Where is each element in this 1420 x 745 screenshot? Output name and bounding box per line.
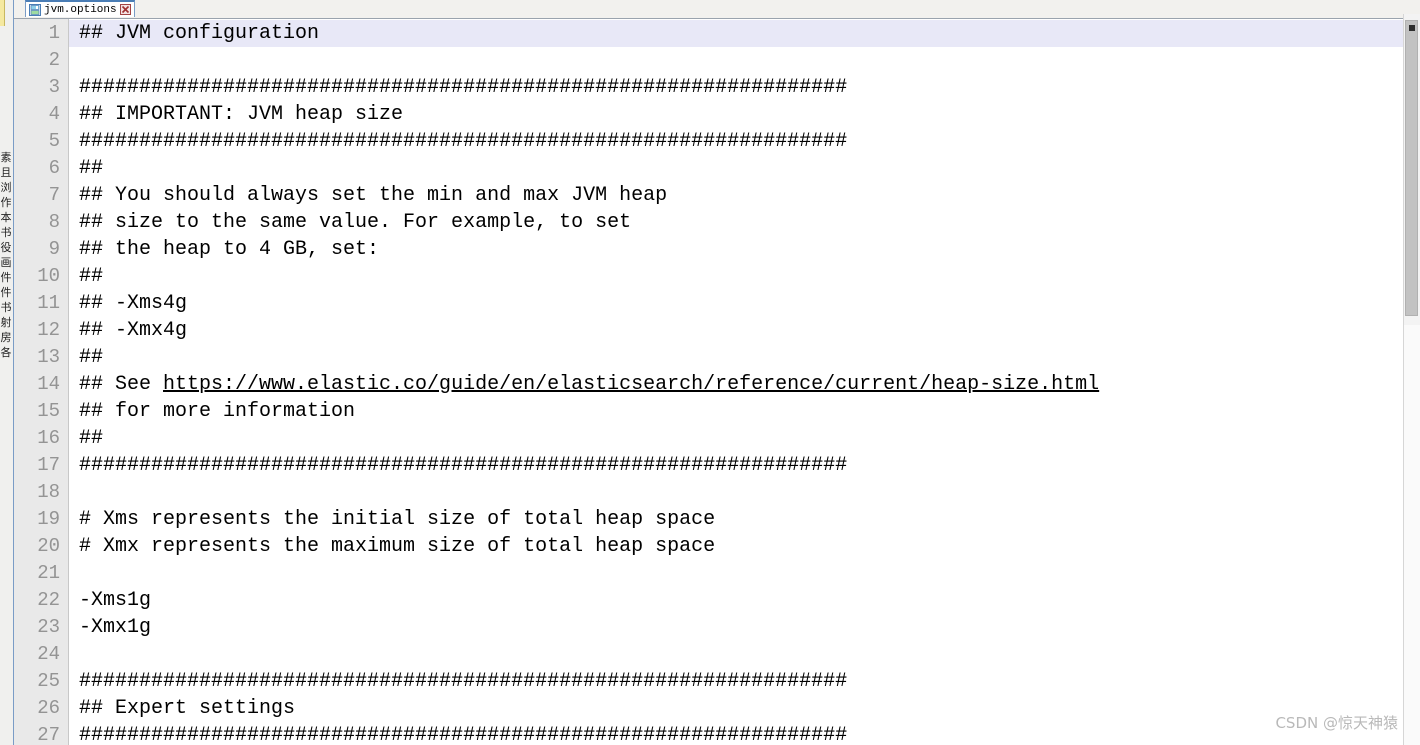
line-number: 13 [37, 346, 60, 368]
tab-label: jvm.options [44, 3, 117, 16]
tab-bar: jvm.options [13, 0, 1420, 19]
line-number: 27 [37, 724, 60, 745]
code-line[interactable]: ########################################… [69, 452, 1404, 479]
code-line[interactable] [69, 641, 1404, 668]
line-number-gutter: 1 2 3 4 5 6 7 8 9 10 11 12 13 14 15 16 17 18 19 20 21 22 23 24 2… [13, 18, 69, 745]
line-number: 16 [37, 427, 60, 449]
line-number: 7 [48, 184, 60, 206]
code-line[interactable]: ########################################… [69, 74, 1404, 101]
close-icon[interactable] [119, 4, 131, 15]
code-line[interactable]: -Xmx1g [69, 614, 1404, 641]
line-number: 11 [37, 292, 60, 314]
code-line[interactable]: ## You should always set the min and max… [69, 182, 1404, 209]
save-disk-icon [29, 3, 41, 16]
line-number: 19 [37, 508, 60, 530]
line-number: 12 [37, 319, 60, 341]
csdn-watermark: CSDN @惊天神猿 [1275, 714, 1398, 732]
code-line[interactable]: ## [69, 344, 1404, 371]
vertical-scrollbar[interactable] [1403, 14, 1420, 745]
tab-jvm-options[interactable]: jvm.options [25, 0, 135, 17]
code-line[interactable]: ## [69, 263, 1404, 290]
code-line[interactable]: ## -Xmx4g [69, 317, 1404, 344]
line-number: 18 [37, 481, 60, 503]
line-number: 8 [48, 211, 60, 233]
code-line[interactable]: ########################################… [69, 668, 1404, 695]
code-line[interactable]: ## the heap to 4 GB, set: [69, 236, 1404, 263]
code-line[interactable] [69, 479, 1404, 506]
code-line[interactable]: ########################################… [69, 722, 1404, 745]
line-number: 25 [37, 670, 60, 692]
code-line[interactable] [69, 560, 1404, 587]
line-number: 10 [37, 265, 60, 287]
code-line[interactable]: ## Expert settings [69, 695, 1404, 722]
line-number: 9 [48, 238, 60, 260]
code-line[interactable]: ## size to the same value. For example, … [69, 209, 1404, 236]
panel-accent-bar [0, 0, 5, 26]
vertical-scrollbar-track-lower[interactable] [1404, 325, 1420, 745]
line-number: 24 [37, 643, 60, 665]
code-line[interactable]: ## for more information [69, 398, 1404, 425]
code-line[interactable]: # Xmx represents the maximum size of tot… [69, 533, 1404, 560]
code-line[interactable]: ## See https://www.elastic.co/guide/en/e… [69, 371, 1404, 398]
line-number: 23 [37, 616, 60, 638]
line-number: 2 [48, 49, 60, 71]
docked-panel-strip[interactable]: 素且浏作本书役画件件书射房各 [0, 0, 14, 745]
docked-panel-label: 素且浏作本书役画件件书射房各 [0, 151, 12, 359]
line-number: 17 [37, 454, 60, 476]
code-line[interactable]: -Xms1g [69, 587, 1404, 614]
vertical-scrollbar-thumb[interactable] [1405, 20, 1418, 316]
line-number: 6 [48, 157, 60, 179]
line-number: 3 [48, 76, 60, 98]
line-number: 20 [37, 535, 60, 557]
line-number: 14 [37, 373, 60, 395]
code-line[interactable]: ## JVM configuration [69, 20, 1404, 47]
code-line[interactable]: # Xms represents the initial size of tot… [69, 506, 1404, 533]
text-editor-window: 素且浏作本书役画件件书射房各 jvm.options 1 2 3 4 5 6 7 8 9 10 11… [0, 0, 1420, 745]
line-number: 26 [37, 697, 60, 719]
code-line[interactable]: ## IMPORTANT: JVM heap size [69, 101, 1404, 128]
code-line[interactable]: ## [69, 425, 1404, 452]
line-number: 15 [37, 400, 60, 422]
line-number: 1 [48, 22, 60, 44]
code-text-area[interactable]: ## JVM configuration ####################… [69, 18, 1404, 745]
documentation-link[interactable]: https://www.elastic.co/guide/en/elastics… [163, 373, 1099, 396]
code-line[interactable]: ## [69, 155, 1404, 182]
line-number: 22 [37, 589, 60, 611]
editor-pane[interactable]: 1 2 3 4 5 6 7 8 9 10 11 12 13 14 15 16 17 18 19 20 21 22 23 24 2… [13, 18, 1404, 745]
scrollbar-thumb-marker [1409, 25, 1415, 31]
code-line[interactable]: ## -Xms4g [69, 290, 1404, 317]
code-line[interactable]: ########################################… [69, 128, 1404, 155]
line-number: 4 [48, 103, 60, 125]
line-number: 5 [48, 130, 60, 152]
line-number: 21 [37, 562, 60, 584]
code-line[interactable] [69, 47, 1404, 74]
